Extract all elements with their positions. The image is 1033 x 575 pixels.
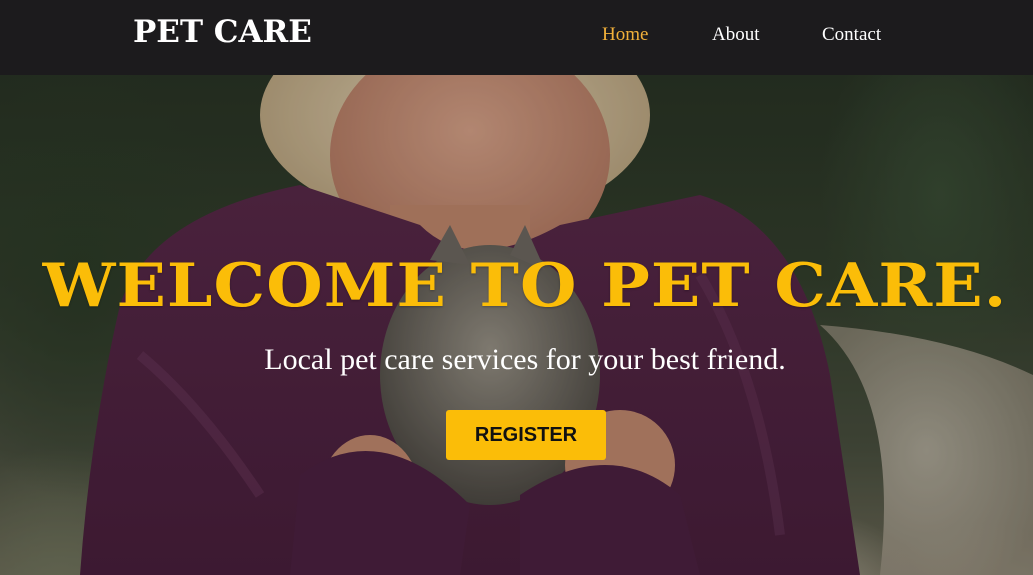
hero-subtitle: Local pet care services for your best fr… — [264, 343, 786, 376]
register-button[interactable]: REGISTER — [446, 410, 606, 460]
brand-logo[interactable]: PET CARE — [133, 14, 312, 50]
hero-section: WELCOME TO PET CARE. Local pet care serv… — [0, 75, 1033, 575]
nav-link-home[interactable]: Home — [602, 24, 648, 46]
hero-overlay — [0, 75, 1033, 575]
hero-title: WELCOME TO PET CARE. — [42, 251, 1008, 321]
navbar: PET CARE Home About Contact — [0, 0, 1033, 75]
nav-link-about[interactable]: About — [712, 24, 760, 46]
nav-link-contact[interactable]: Contact — [822, 24, 881, 46]
